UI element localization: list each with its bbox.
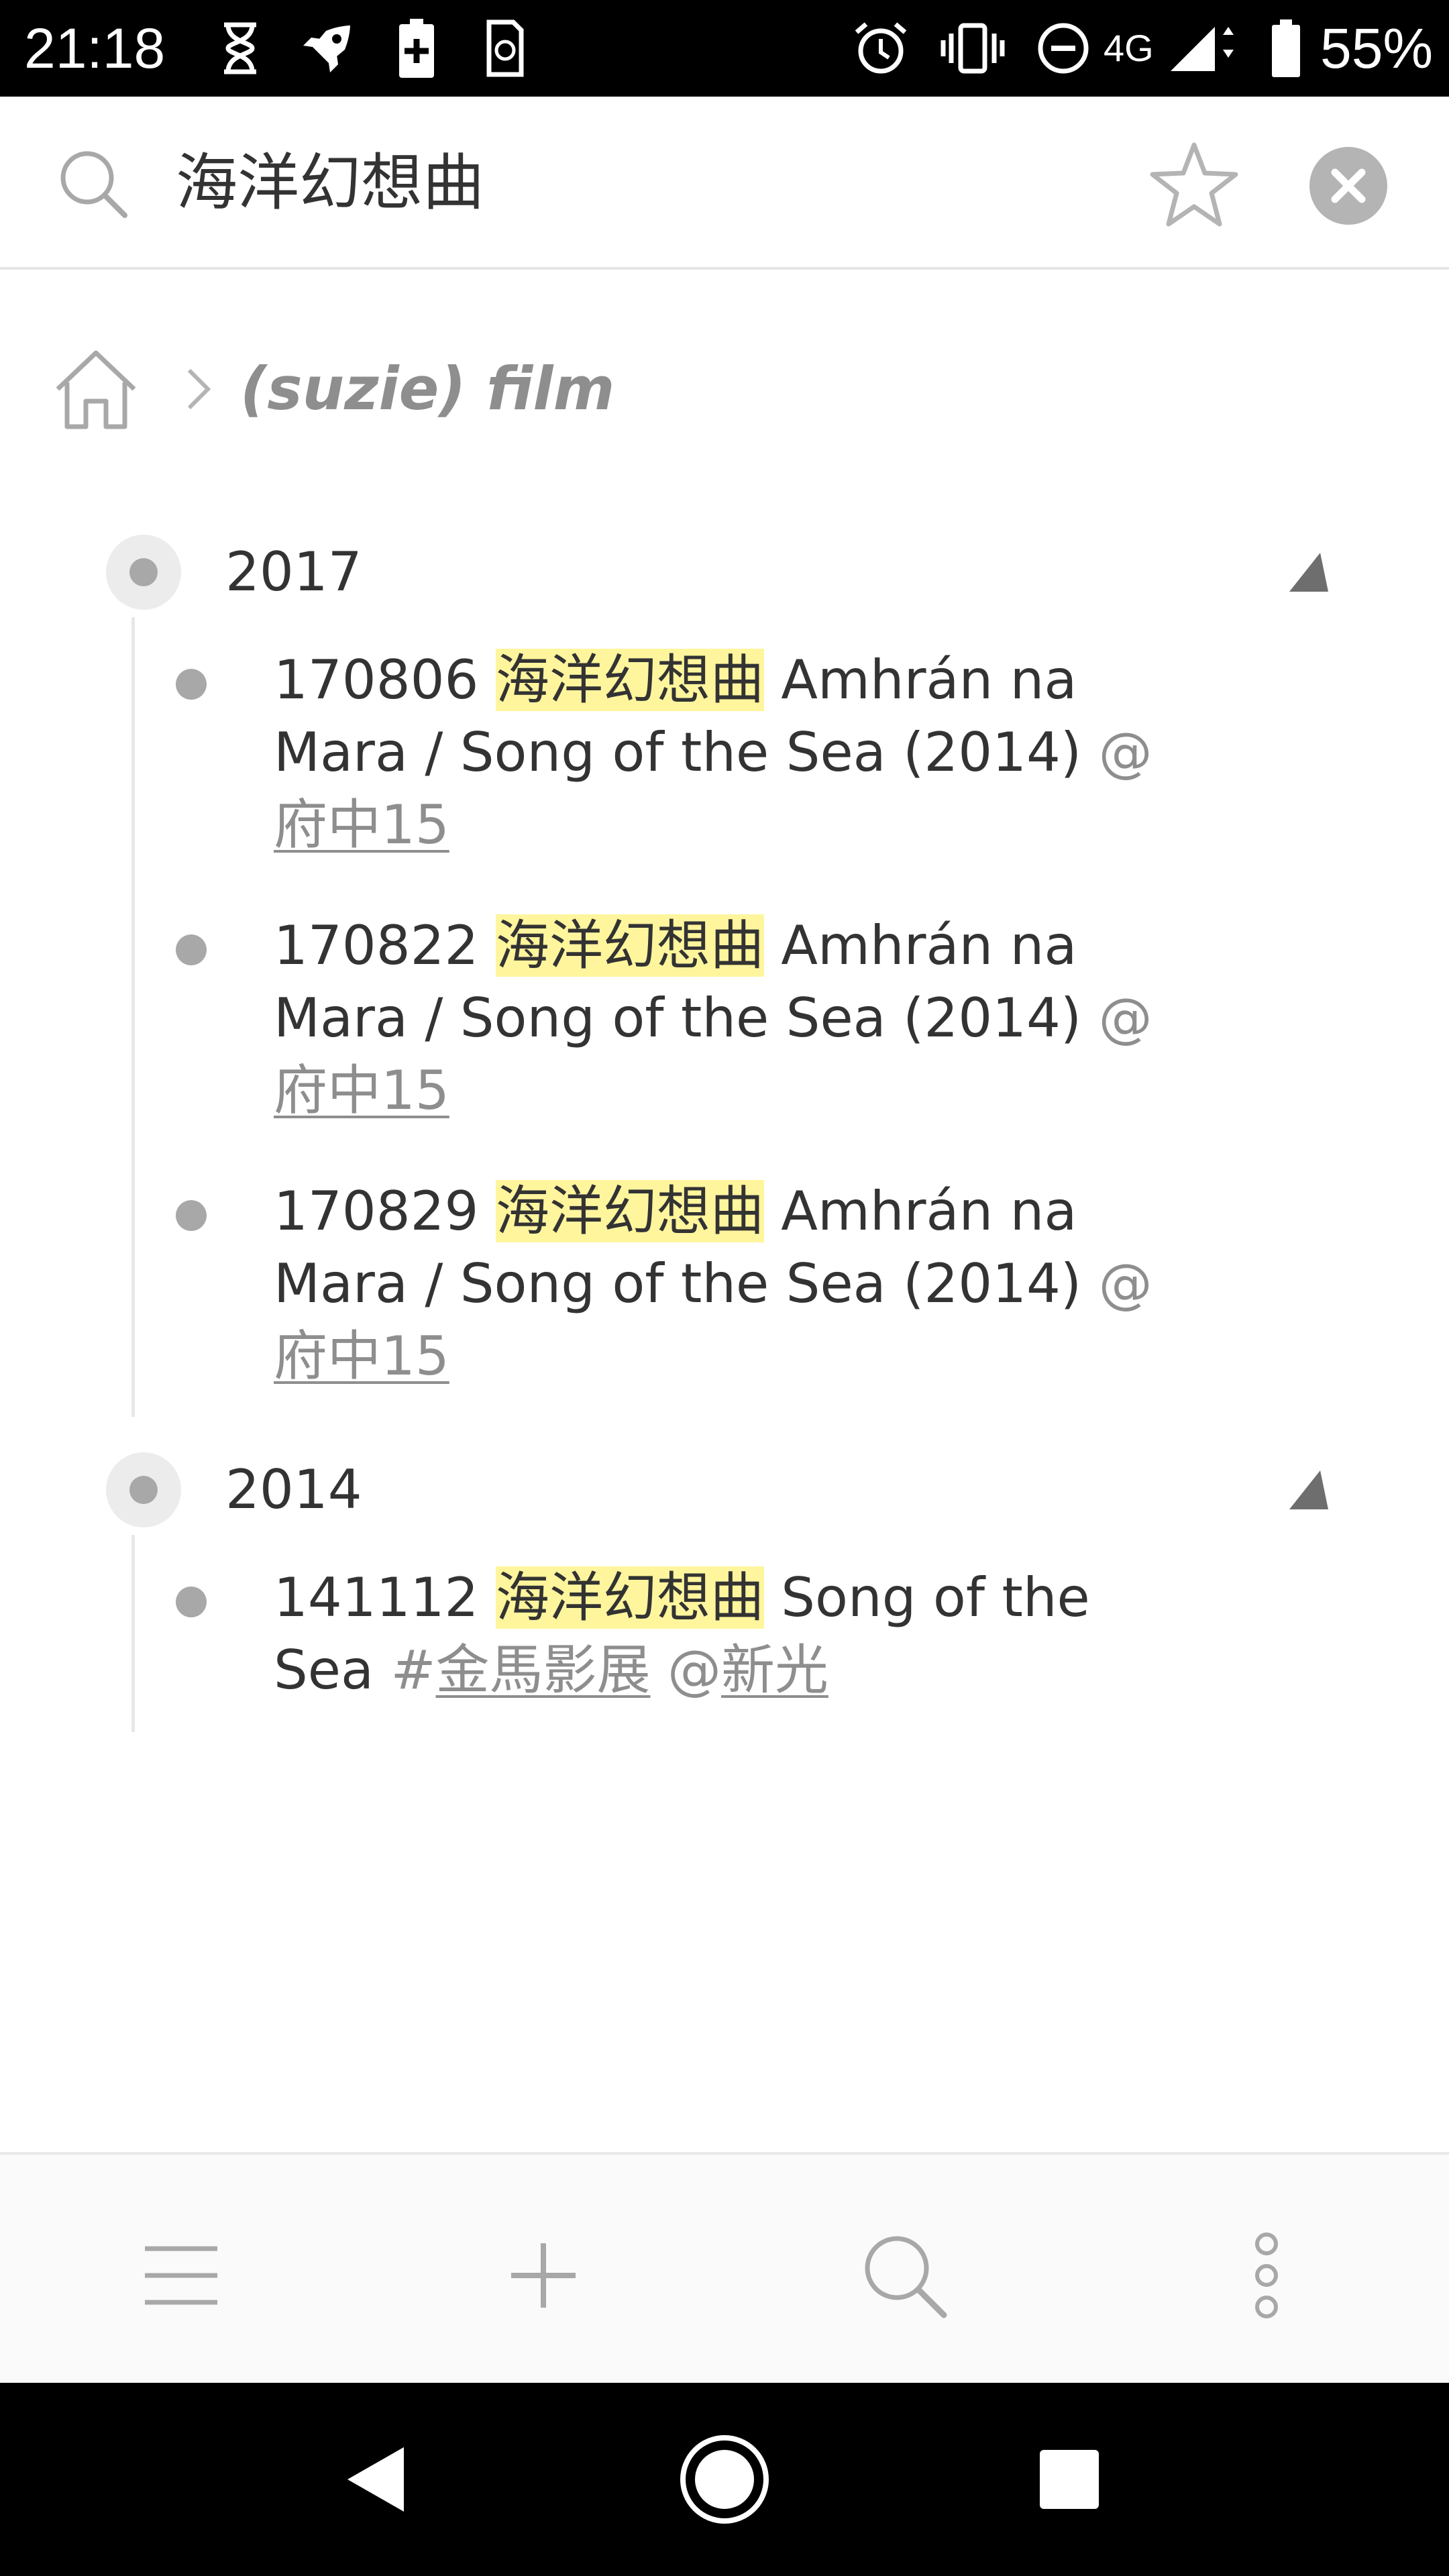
sim-icon: [482, 0, 529, 97]
battery-saver-icon: [393, 0, 440, 97]
bottom-toolbar: [0, 2152, 1449, 2383]
do-not-disturb-icon: [1034, 0, 1092, 97]
clear-search-button[interactable]: [1309, 147, 1387, 225]
search-input[interactable]: 海洋幻想曲: [176, 97, 484, 270]
outline-guide-line: [131, 1535, 135, 1732]
collapse-triangle-icon[interactable]: [1287, 1466, 1334, 1513]
search-icon[interactable]: [857, 2229, 951, 2322]
alarm-icon: [851, 0, 911, 97]
star-icon[interactable]: [1147, 140, 1241, 233]
more-vertical-icon[interactable]: [1220, 2229, 1313, 2322]
item-bullet[interactable]: [176, 1587, 207, 1617]
rocket-icon: [297, 0, 357, 97]
group-label[interactable]: 2014: [225, 1452, 362, 1527]
search-highlight: 海洋幻想曲: [495, 1566, 764, 1629]
back-icon[interactable]: [329, 2432, 423, 2526]
home-button-icon[interactable]: [678, 2432, 771, 2526]
item-bullet[interactable]: [176, 669, 207, 700]
chevron-right-icon: [180, 362, 217, 416]
breadcrumb: (suzie) film: [0, 335, 1449, 443]
breadcrumb-title[interactable]: (suzie) film: [240, 335, 614, 443]
item-text[interactable]: 141112 海洋幻想曲 Song of the Sea #金馬影展 @新光: [274, 1562, 1186, 1707]
status-time: 21:18: [24, 17, 166, 80]
search-highlight: 海洋幻想曲: [495, 649, 764, 711]
status-bar: 21:18 4G 55%: [0, 0, 1449, 97]
vibrate-icon: [936, 0, 1009, 97]
tag-link: #金馬影展: [390, 1639, 651, 1701]
search-highlight: 海洋幻想曲: [495, 914, 764, 977]
group-bullet[interactable]: [106, 1452, 181, 1527]
system-nav-bar: [0, 2383, 1449, 2576]
home-icon[interactable]: [52, 347, 140, 431]
signal-icon: [1165, 0, 1238, 97]
network-type: 4G: [1104, 27, 1154, 69]
outline-guide-line: [131, 617, 135, 1417]
item-text[interactable]: 170806 海洋幻想曲 Amhrán na Mara / Song of th…: [274, 644, 1186, 861]
close-icon: [1331, 168, 1366, 203]
item-bullet[interactable]: [176, 1200, 207, 1231]
item-text[interactable]: 170822 海洋幻想曲 Amhrán na Mara / Song of th…: [274, 910, 1186, 1127]
collapse-triangle-icon[interactable]: [1287, 549, 1334, 596]
group-bullet[interactable]: [106, 535, 181, 610]
menu-icon[interactable]: [134, 2229, 228, 2322]
hourglass-icon: [216, 0, 264, 97]
battery-percent: 55%: [1320, 17, 1434, 80]
search-icon[interactable]: [56, 147, 130, 221]
item-bullet[interactable]: [176, 934, 207, 965]
plus-icon[interactable]: [496, 2229, 590, 2322]
search-header: 海洋幻想曲: [0, 97, 1449, 270]
group-label[interactable]: 2017: [225, 535, 362, 610]
search-highlight: 海洋幻想曲: [495, 1180, 764, 1242]
battery-icon: [1265, 0, 1307, 97]
item-text[interactable]: 170829 海洋幻想曲 Amhrán na Mara / Song of th…: [274, 1175, 1186, 1393]
place-link: @新光: [667, 1639, 828, 1701]
recents-icon[interactable]: [1022, 2432, 1116, 2526]
